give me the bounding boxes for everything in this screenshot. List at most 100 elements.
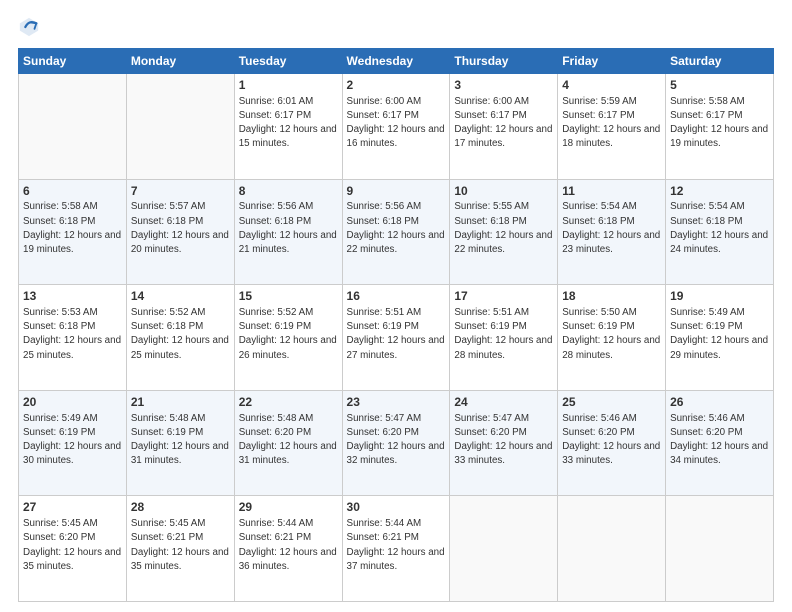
day-number: 28 [131,499,230,516]
calendar-cell: 25Sunrise: 5:46 AMSunset: 6:20 PMDayligh… [558,390,666,496]
day-info: Sunrise: 5:45 AMSunset: 6:21 PMDaylight:… [131,517,230,574]
day-info: Sunrise: 5:45 AMSunset: 6:20 PMDaylight:… [23,517,122,574]
calendar-cell: 29Sunrise: 5:44 AMSunset: 6:21 PMDayligh… [234,496,342,602]
day-info: Sunrise: 5:55 AMSunset: 6:18 PMDaylight:… [454,200,553,257]
day-number: 15 [239,288,338,305]
day-number: 14 [131,288,230,305]
day-number: 22 [239,394,338,411]
day-info: Sunrise: 5:50 AMSunset: 6:19 PMDaylight:… [562,306,661,363]
calendar-table: SundayMondayTuesdayWednesdayThursdayFrid… [18,48,774,602]
calendar-cell: 19Sunrise: 5:49 AMSunset: 6:19 PMDayligh… [666,285,774,391]
day-number: 9 [347,183,446,200]
day-info: Sunrise: 5:54 AMSunset: 6:18 PMDaylight:… [562,200,661,257]
logo-icon [18,16,40,38]
day-info: Sunrise: 5:54 AMSunset: 6:18 PMDaylight:… [670,200,769,257]
day-info: Sunrise: 5:44 AMSunset: 6:21 PMDaylight:… [239,517,338,574]
calendar-cell: 5Sunrise: 5:58 AMSunset: 6:17 PMDaylight… [666,74,774,180]
calendar-cell: 14Sunrise: 5:52 AMSunset: 6:18 PMDayligh… [126,285,234,391]
day-info: Sunrise: 5:47 AMSunset: 6:20 PMDaylight:… [454,412,553,469]
day-number: 26 [670,394,769,411]
day-info: Sunrise: 5:56 AMSunset: 6:18 PMDaylight:… [239,200,338,257]
day-info: Sunrise: 5:51 AMSunset: 6:19 PMDaylight:… [347,306,446,363]
calendar-cell: 21Sunrise: 5:48 AMSunset: 6:19 PMDayligh… [126,390,234,496]
day-number: 10 [454,183,553,200]
calendar-cell: 22Sunrise: 5:48 AMSunset: 6:20 PMDayligh… [234,390,342,496]
calendar-cell: 27Sunrise: 5:45 AMSunset: 6:20 PMDayligh… [19,496,127,602]
day-info: Sunrise: 5:58 AMSunset: 6:17 PMDaylight:… [670,95,769,152]
day-info: Sunrise: 5:46 AMSunset: 6:20 PMDaylight:… [562,412,661,469]
calendar-cell [666,496,774,602]
calendar-cell: 20Sunrise: 5:49 AMSunset: 6:19 PMDayligh… [19,390,127,496]
day-number: 30 [347,499,446,516]
day-number: 2 [347,77,446,94]
calendar-cell: 7Sunrise: 5:57 AMSunset: 6:18 PMDaylight… [126,179,234,285]
weekday-header: Sunday [19,49,127,74]
day-number: 29 [239,499,338,516]
calendar-cell: 24Sunrise: 5:47 AMSunset: 6:20 PMDayligh… [450,390,558,496]
day-info: Sunrise: 5:52 AMSunset: 6:19 PMDaylight:… [239,306,338,363]
calendar-cell: 30Sunrise: 5:44 AMSunset: 6:21 PMDayligh… [342,496,450,602]
weekday-header: Tuesday [234,49,342,74]
day-info: Sunrise: 5:56 AMSunset: 6:18 PMDaylight:… [347,200,446,257]
calendar-cell: 10Sunrise: 5:55 AMSunset: 6:18 PMDayligh… [450,179,558,285]
day-info: Sunrise: 5:44 AMSunset: 6:21 PMDaylight:… [347,517,446,574]
calendar-cell: 4Sunrise: 5:59 AMSunset: 6:17 PMDaylight… [558,74,666,180]
calendar-cell: 23Sunrise: 5:47 AMSunset: 6:20 PMDayligh… [342,390,450,496]
day-number: 21 [131,394,230,411]
day-number: 1 [239,77,338,94]
calendar-cell: 13Sunrise: 5:53 AMSunset: 6:18 PMDayligh… [19,285,127,391]
day-number: 6 [23,183,122,200]
day-info: Sunrise: 6:00 AMSunset: 6:17 PMDaylight:… [454,95,553,152]
weekday-header: Thursday [450,49,558,74]
calendar-cell: 17Sunrise: 5:51 AMSunset: 6:19 PMDayligh… [450,285,558,391]
calendar-cell: 8Sunrise: 5:56 AMSunset: 6:18 PMDaylight… [234,179,342,285]
calendar-week-row: 1Sunrise: 6:01 AMSunset: 6:17 PMDaylight… [19,74,774,180]
day-info: Sunrise: 5:53 AMSunset: 6:18 PMDaylight:… [23,306,122,363]
calendar-cell [558,496,666,602]
day-info: Sunrise: 5:47 AMSunset: 6:20 PMDaylight:… [347,412,446,469]
calendar-week-row: 27Sunrise: 5:45 AMSunset: 6:20 PMDayligh… [19,496,774,602]
day-info: Sunrise: 5:51 AMSunset: 6:19 PMDaylight:… [454,306,553,363]
day-info: Sunrise: 5:48 AMSunset: 6:20 PMDaylight:… [239,412,338,469]
calendar-week-row: 20Sunrise: 5:49 AMSunset: 6:19 PMDayligh… [19,390,774,496]
calendar-cell: 28Sunrise: 5:45 AMSunset: 6:21 PMDayligh… [126,496,234,602]
day-info: Sunrise: 5:58 AMSunset: 6:18 PMDaylight:… [23,200,122,257]
day-info: Sunrise: 6:01 AMSunset: 6:17 PMDaylight:… [239,95,338,152]
calendar-week-row: 6Sunrise: 5:58 AMSunset: 6:18 PMDaylight… [19,179,774,285]
day-info: Sunrise: 5:49 AMSunset: 6:19 PMDaylight:… [23,412,122,469]
weekday-header: Saturday [666,49,774,74]
day-info: Sunrise: 5:49 AMSunset: 6:19 PMDaylight:… [670,306,769,363]
calendar-cell: 1Sunrise: 6:01 AMSunset: 6:17 PMDaylight… [234,74,342,180]
day-number: 5 [670,77,769,94]
day-number: 16 [347,288,446,305]
calendar-cell: 15Sunrise: 5:52 AMSunset: 6:19 PMDayligh… [234,285,342,391]
weekday-header: Monday [126,49,234,74]
calendar-cell: 3Sunrise: 6:00 AMSunset: 6:17 PMDaylight… [450,74,558,180]
day-number: 25 [562,394,661,411]
day-info: Sunrise: 5:57 AMSunset: 6:18 PMDaylight:… [131,200,230,257]
day-number: 19 [670,288,769,305]
day-number: 18 [562,288,661,305]
day-number: 17 [454,288,553,305]
weekday-header-row: SundayMondayTuesdayWednesdayThursdayFrid… [19,49,774,74]
calendar-cell: 26Sunrise: 5:46 AMSunset: 6:20 PMDayligh… [666,390,774,496]
calendar-cell: 16Sunrise: 5:51 AMSunset: 6:19 PMDayligh… [342,285,450,391]
day-number: 4 [562,77,661,94]
logo [18,16,44,38]
header [18,16,774,38]
day-number: 20 [23,394,122,411]
calendar-cell [19,74,127,180]
day-number: 23 [347,394,446,411]
calendar-cell: 18Sunrise: 5:50 AMSunset: 6:19 PMDayligh… [558,285,666,391]
day-number: 8 [239,183,338,200]
day-number: 7 [131,183,230,200]
calendar-cell: 12Sunrise: 5:54 AMSunset: 6:18 PMDayligh… [666,179,774,285]
day-info: Sunrise: 6:00 AMSunset: 6:17 PMDaylight:… [347,95,446,152]
calendar-cell: 9Sunrise: 5:56 AMSunset: 6:18 PMDaylight… [342,179,450,285]
weekday-header: Wednesday [342,49,450,74]
calendar-cell [126,74,234,180]
day-number: 27 [23,499,122,516]
day-info: Sunrise: 5:52 AMSunset: 6:18 PMDaylight:… [131,306,230,363]
day-number: 11 [562,183,661,200]
day-number: 3 [454,77,553,94]
